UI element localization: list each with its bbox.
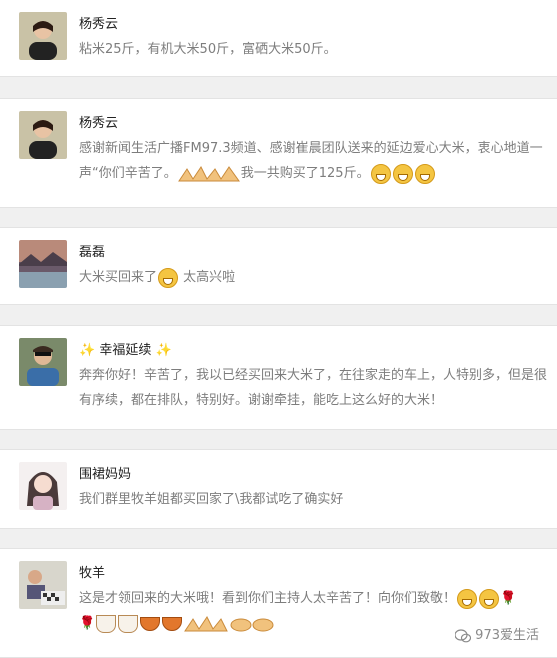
avatar[interactable] [19, 338, 67, 386]
comment-card: 围裙妈妈 我们群里牧羊姐都买回家了\我都试吃了确实好 [0, 449, 557, 529]
rose-icon: 🌹 [79, 616, 96, 631]
comment-text-part: 这是才领回来的大米哦！看到你们主持人太辛苦了！向你们致敬！ [79, 591, 457, 606]
clapping-hands-icon [177, 165, 240, 181]
coffee-cup-icon [96, 614, 117, 633]
avatar[interactable] [19, 462, 67, 510]
commenter-name[interactable]: 牧羊 [79, 562, 105, 581]
sparkle-icon: ✨ [79, 343, 96, 358]
commenter-name[interactable]: ✨ 幸福延续 ✨ [79, 339, 172, 358]
avatar[interactable] [19, 12, 67, 60]
rose-icon: 🌹 [500, 591, 517, 606]
comment-card: 杨秀云 感谢新闻生活广播FM97.3频道、感谢崔晨团队送来的延边爱心大米，衷心地… [0, 98, 557, 208]
comment-card: ✨ 幸福延续 ✨ 奔奔你好！辛苦了，我以已经买回来大米了，在往家走的车上，人特别… [0, 325, 557, 430]
comment-text-part: 大米买回来了 [79, 270, 158, 285]
sparkle-icon: ✨ [155, 343, 172, 358]
grin-emoji-icon [479, 588, 500, 609]
commenter-name[interactable]: 磊磊 [79, 241, 105, 260]
rice-bowl-icon [140, 616, 161, 631]
watermark: 973爱生活 [455, 624, 539, 643]
comment-text: 我们群里牧羊姐都买回家了\我都试吃了确实好 [79, 492, 344, 507]
rice-bowl-icon [162, 616, 183, 631]
comment-text-part: 太高兴啦 [183, 270, 236, 285]
wechat-icon [455, 628, 472, 642]
avatar[interactable] [19, 111, 67, 159]
watermark-text: 973爱生活 [475, 628, 539, 643]
comment-text-part: 我一共购买了125斤。 [240, 166, 370, 181]
grin-emoji-icon [158, 267, 179, 288]
commenter-name-text: 幸福延续 [99, 343, 152, 358]
coffee-cup-icon [118, 614, 139, 633]
avatar[interactable] [19, 240, 67, 288]
comment-text: 粘米25斤，有机大米50斤，富硒大米50斤。 [79, 42, 337, 57]
comment-card: 杨秀云 粘米25斤，有机大米50斤，富硒大米50斤。 [0, 0, 557, 77]
grin-emoji-icon [457, 588, 478, 609]
comment-text: 感谢新闻生活广播FM97.3频道、感谢崔晨团队送来的延边爱心大米，衷心地道一声“… [79, 136, 549, 186]
commenter-name[interactable]: 围裙妈妈 [79, 463, 131, 482]
commenter-name[interactable]: 杨秀云 [79, 13, 118, 32]
comment-card: 磊磊 大米买回来了 太高兴啦 [0, 227, 557, 305]
commenter-name[interactable]: 杨秀云 [79, 112, 118, 131]
avatar[interactable] [19, 561, 67, 609]
handshake-icon [230, 618, 274, 631]
grin-emoji-icon [414, 163, 435, 184]
grin-emoji-icon [370, 163, 391, 184]
comment-text: 大米买回来了 太高兴啦 [79, 265, 549, 290]
clapping-hands-icon [184, 615, 228, 631]
grin-emoji-icon [392, 163, 413, 184]
comment-text: 奔奔你好！辛苦了，我以已经买回来大米了，在往家走的车上，人特别多，但是很有序续，… [79, 368, 548, 408]
comment-card: 牧羊 这是才领回来的大米哦！看到你们主持人太辛苦了！向你们致敬！ 🌹 🌹 973爱生… [0, 548, 557, 658]
